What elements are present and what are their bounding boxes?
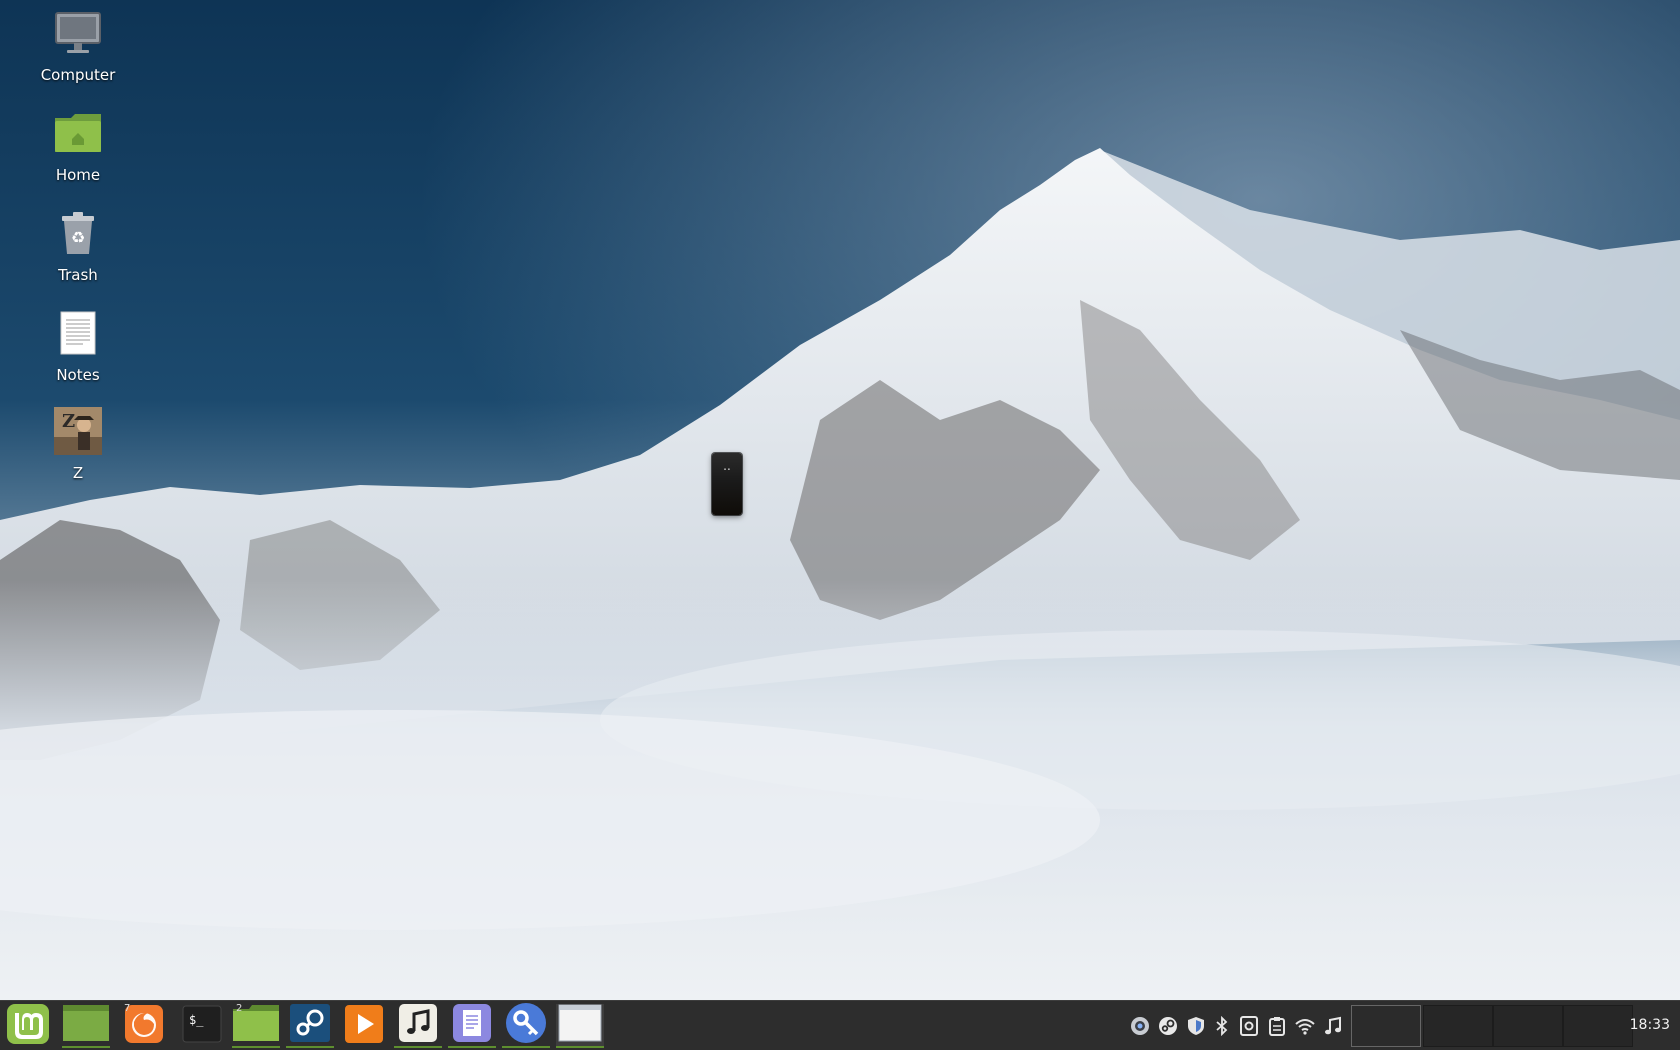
game-image-icon: Z (51, 404, 105, 458)
taskbar-text-editor[interactable] (448, 1004, 496, 1048)
taskbar-media-player[interactable] (340, 1004, 388, 1048)
steam-tray-icon[interactable] (1157, 1015, 1179, 1037)
terminal-icon: $_ (182, 1005, 222, 1047)
clipboard-icon[interactable] (1266, 1015, 1288, 1037)
shield-icon[interactable] (1185, 1015, 1207, 1037)
workspace-2[interactable] (1423, 1005, 1493, 1047)
desktop-icon-label: Z (72, 464, 84, 482)
mint-menu-button[interactable] (4, 1004, 52, 1048)
key-icon (505, 1002, 547, 1048)
bluetooth-icon[interactable] (1211, 1015, 1233, 1037)
taskbar-steam[interactable] (286, 1004, 334, 1048)
desktop-icon-label: Computer (40, 66, 116, 84)
wifi-icon[interactable] (1294, 1015, 1316, 1037)
taskbar-files-2[interactable]: 2 (232, 1004, 280, 1048)
taskbar-window[interactable] (556, 1004, 604, 1048)
floating-widget-text: .. (723, 459, 731, 473)
taskbar-terminal[interactable]: $_ (178, 1004, 226, 1048)
desktop-icon-notes[interactable]: Notes (28, 306, 128, 384)
desktop: Computer Home ♻ Trash Notes Z Z .. (0, 0, 1680, 1000)
svg-text:Z: Z (62, 411, 75, 432)
steam-icon (289, 1003, 331, 1047)
notes-tray-icon[interactable] (1238, 1015, 1260, 1037)
window-count-badge: 7 (124, 1003, 131, 1014)
computer-icon (51, 6, 105, 60)
svg-text:♻: ♻ (71, 228, 85, 247)
mountain-wallpaper (0, 0, 1680, 1000)
taskbar-files[interactable] (62, 1004, 110, 1048)
workspace-3[interactable] (1493, 1005, 1563, 1047)
workspace-4[interactable] (1563, 1005, 1633, 1047)
taskbar-music[interactable] (394, 1004, 442, 1048)
folder-icon (63, 1005, 109, 1045)
music-tray-icon[interactable] (1322, 1015, 1344, 1037)
play-icon (344, 1004, 384, 1048)
desktop-icon-computer[interactable]: Computer (28, 6, 128, 84)
taskbar-firefox[interactable]: 7 (120, 1004, 168, 1048)
home-folder-icon (51, 106, 105, 160)
taskbar-passwords[interactable] (502, 1002, 550, 1048)
terminal-prompt-text: $_ (189, 1013, 204, 1027)
desktop-icon-label: Notes (56, 366, 100, 384)
music-note-icon (398, 1003, 438, 1047)
desktop-icon-label: Trash (58, 266, 98, 284)
clock[interactable]: 18:33 (1630, 1017, 1670, 1033)
mint-menu-icon (6, 1003, 50, 1049)
trash-icon: ♻ (51, 206, 105, 260)
window-icon (558, 1004, 602, 1046)
desktop-icon-label: Home (55, 166, 101, 184)
window-count-badge: 2 (236, 1003, 243, 1014)
floating-widget[interactable]: .. (712, 453, 742, 515)
workspace-1[interactable] (1351, 1005, 1421, 1047)
desktop-icon-home[interactable]: Home (28, 106, 128, 184)
taskbar-panel: 7 $_ 2 18:33 (0, 1000, 1680, 1050)
update-manager-icon[interactable] (1129, 1015, 1151, 1037)
document-icon (452, 1003, 492, 1047)
desktop-icon-z[interactable]: Z Z (28, 404, 128, 482)
text-document-icon (51, 306, 105, 360)
desktop-icon-trash[interactable]: ♻ Trash (28, 206, 128, 284)
